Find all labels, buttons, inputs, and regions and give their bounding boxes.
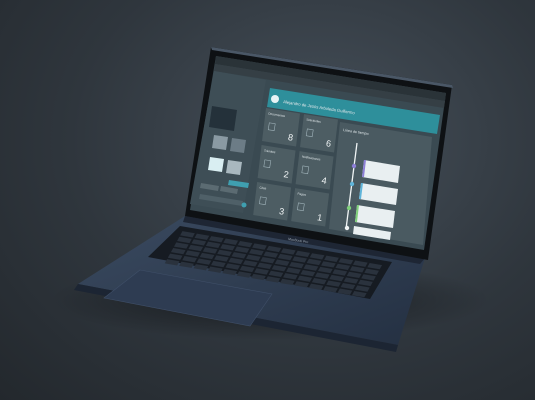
sidebar-app-icon-2[interactable] bbox=[230, 138, 246, 153]
timeline-dot-1 bbox=[351, 163, 357, 169]
sidebar-app-icon-4[interactable] bbox=[226, 160, 242, 175]
laptop-mockup-scene: Alejandro de Jesús Arboleda Guillermo Do… bbox=[50, 47, 490, 352]
timeline-dot-3 bbox=[346, 205, 352, 211]
timeline-dot-2 bbox=[349, 181, 355, 187]
user-avatar[interactable] bbox=[271, 95, 279, 103]
timeline-panel bbox=[329, 122, 432, 245]
sidebar-app-icon-3[interactable] bbox=[208, 157, 224, 172]
sidebar-search-icon[interactable] bbox=[241, 202, 247, 208]
sidebar-app-icon-1[interactable] bbox=[212, 135, 228, 150]
sidebar-info-card bbox=[209, 106, 237, 131]
timeline-dot-4 bbox=[344, 225, 350, 231]
